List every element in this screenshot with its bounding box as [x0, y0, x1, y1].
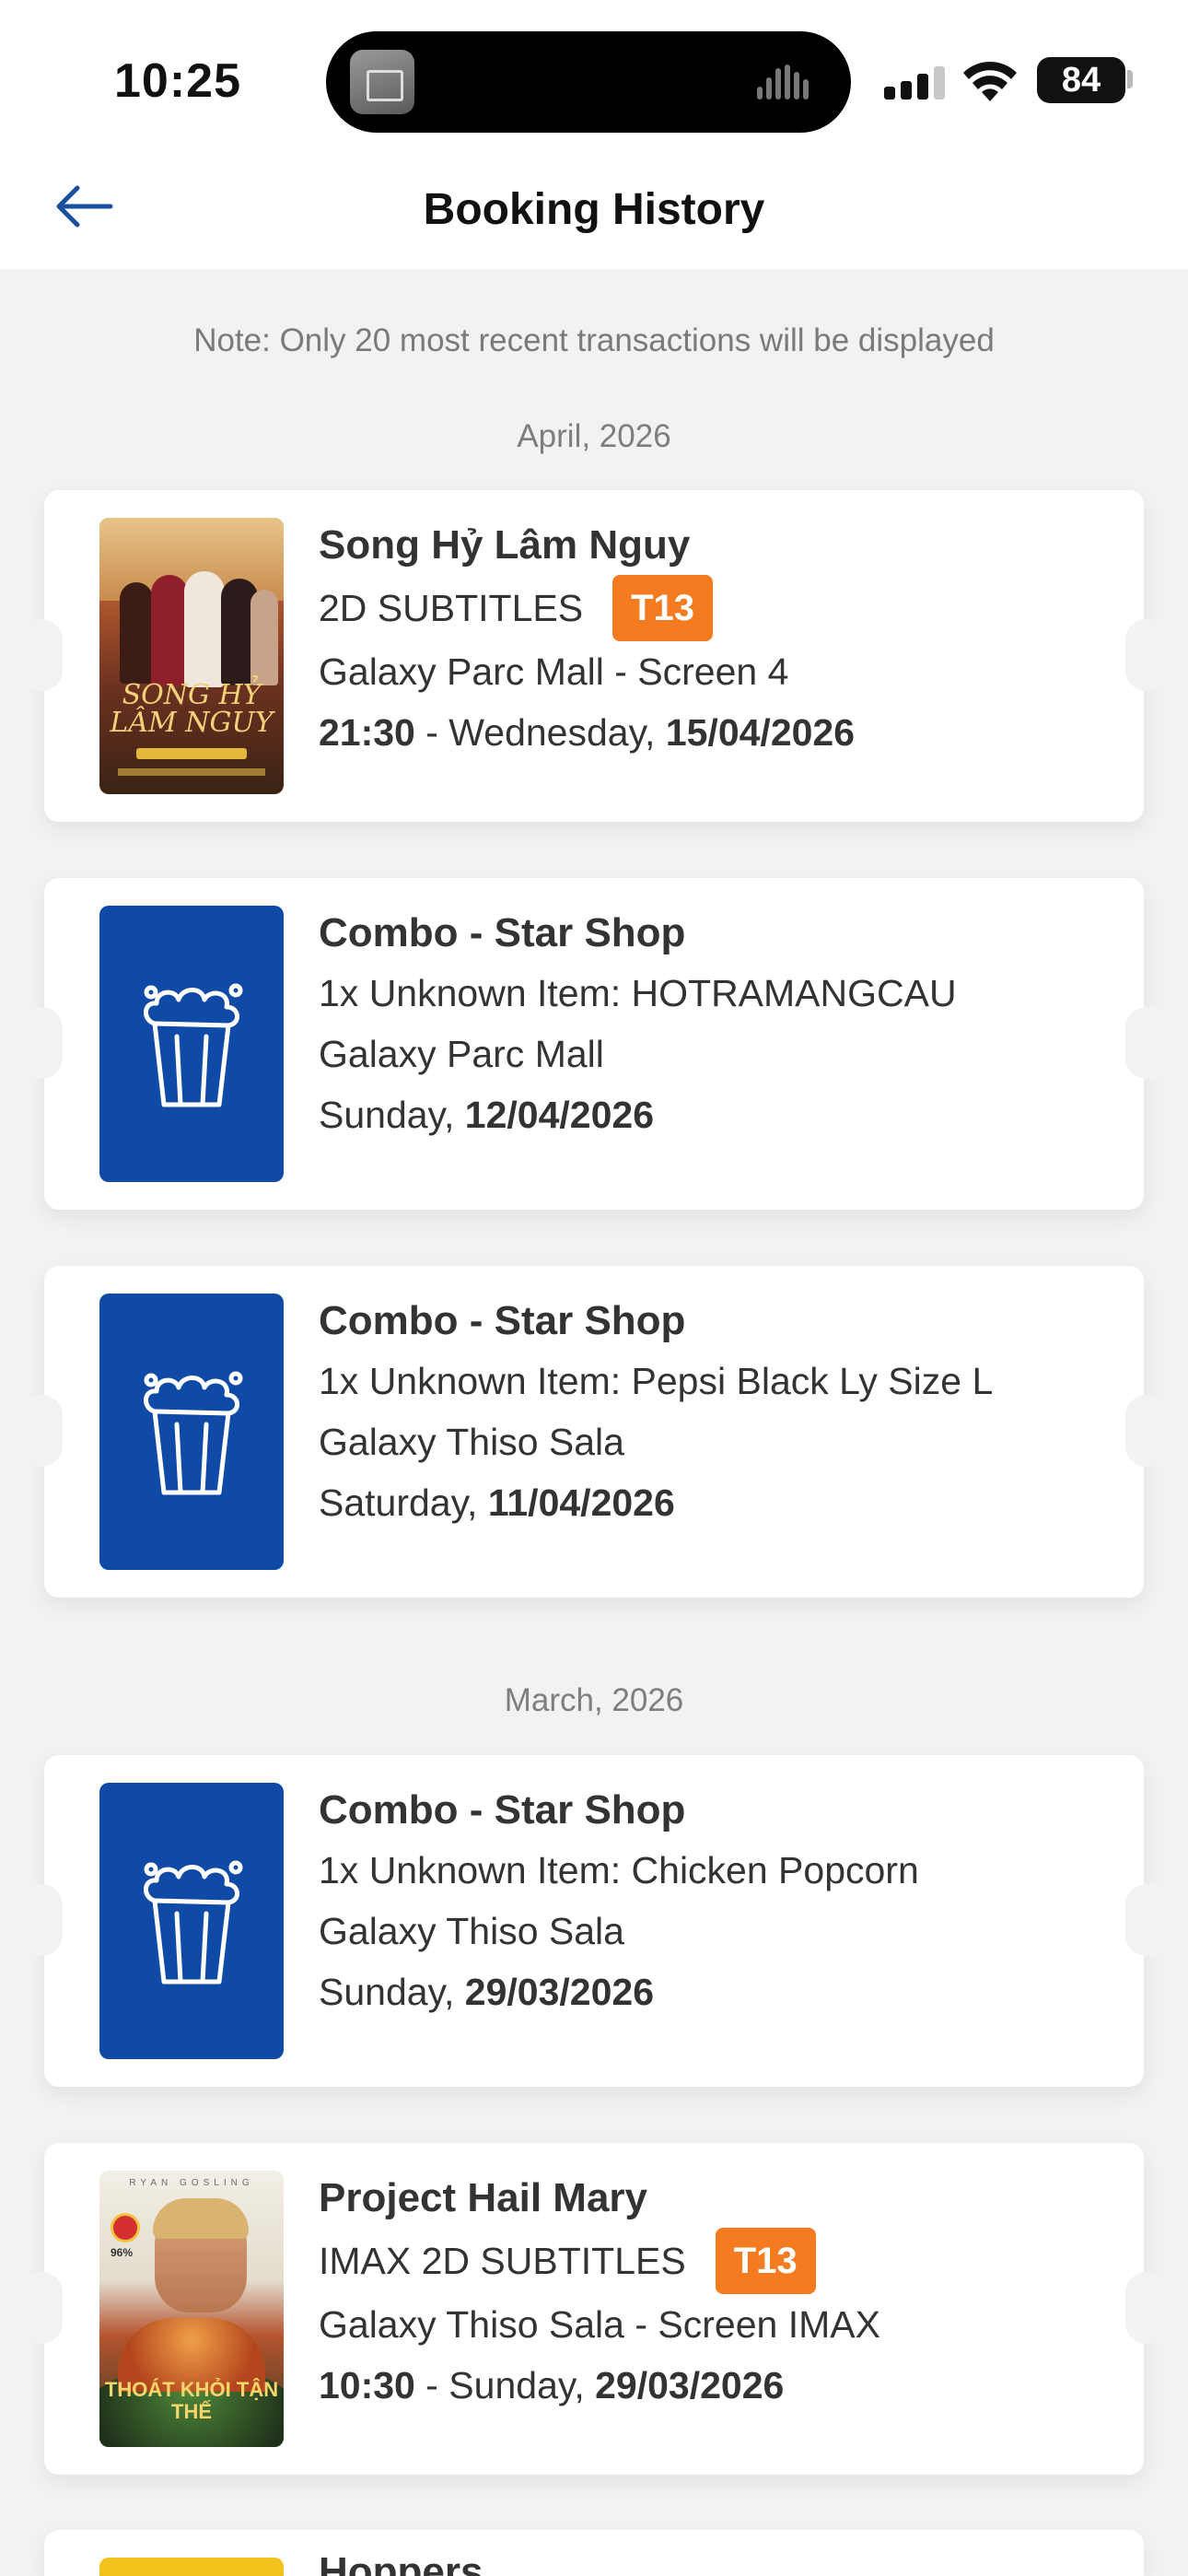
combo-thumbnail [99, 1783, 284, 2059]
ticket-notch-right [1125, 619, 1168, 691]
booking-title: Combo - Star Shop [319, 910, 686, 955]
movie-poster: SONG HỶ LÂM NGUY [99, 518, 284, 794]
ticket-notch-right [1125, 1884, 1168, 1956]
month-heading: April, 2026 [517, 418, 671, 454]
battery-tip [1127, 70, 1133, 88]
weekday: Saturday, [319, 1481, 488, 1524]
poster-actor: RYAN GOSLING [129, 2178, 254, 2188]
booking-location: Galaxy Thiso Sala [319, 1910, 624, 1952]
booking-card[interactable]: Combo - Star Shop 1x Unknown Item: Pepsi… [20, 1266, 1168, 1598]
status-bar: 10:25 84 [0, 0, 1188, 147]
booking-card[interactable]: RYAN GOSLING 96% THOÁT KHỎI TẬN THẾ Proj… [20, 2143, 1168, 2475]
poster-score: 96% [111, 2246, 134, 2259]
booking-title: Song Hỷ Lâm Nguy [319, 522, 691, 568]
page-title: Booking History [423, 185, 765, 234]
weekday: - Sunday, [414, 2364, 596, 2406]
booking-date: 29/03/2026 [464, 1971, 654, 2013]
booking-title: Combo - Star Shop [319, 1298, 686, 1343]
movie-poster [99, 2558, 284, 2576]
ticket-notch-right [1125, 1007, 1168, 1079]
booking-date: 29/03/2026 [595, 2364, 785, 2406]
ticket-notch-left [20, 1884, 63, 1956]
combo-item: 1x Unknown Item: HOTRAMANGCAU [319, 972, 957, 1014]
combo-item: 1x Unknown Item: Pepsi Black Ly Size L [319, 1360, 994, 1402]
combo-thumbnail [99, 906, 284, 1182]
booking-datetime: 10:30 - Sunday, 29/03/2026 [319, 2355, 1116, 2416]
booking-datetime: Saturday, 11/04/2026 [319, 1472, 1116, 1533]
ticket-notch-right [1125, 1395, 1168, 1467]
audio-wave-icon [757, 64, 814, 100]
booking-date: 15/04/2026 [665, 711, 856, 754]
booking-location: Galaxy Thiso Sala - Screen IMAX [319, 2303, 880, 2346]
combo-thumbnail [99, 1294, 284, 1570]
booking-date: 11/04/2026 [487, 1481, 675, 1524]
showtime: 21:30 [319, 711, 415, 754]
booking-date: 12/04/2026 [464, 1094, 654, 1136]
month-heading: March, 2026 [504, 1682, 684, 1718]
movie-poster: RYAN GOSLING 96% THOÁT KHỎI TẬN THẾ [99, 2171, 284, 2447]
wifi-icon [963, 61, 1017, 101]
booking-datetime: Sunday, 12/04/2026 [319, 1084, 1116, 1145]
ticket-notch-left [20, 1007, 63, 1079]
booking-card[interactable]: Combo - Star Shop 1x Unknown Item: Chick… [20, 1755, 1168, 2087]
status-time: 10:25 [114, 54, 241, 108]
popcorn-icon [144, 1371, 243, 1495]
weekday: Sunday, [319, 1971, 465, 2013]
showtime: 10:30 [319, 2364, 415, 2406]
booking-format: 2D SUBTITLES [319, 587, 584, 629]
cellular-signal-icon [884, 66, 945, 100]
popcorn-icon [144, 983, 243, 1107]
weekday: Sunday, [319, 1094, 465, 1136]
rating-badge: T13 [612, 575, 714, 641]
popcorn-icon [144, 1860, 243, 1985]
booking-datetime: Sunday, 29/03/2026 [319, 1961, 1116, 2022]
booking-title: Combo - Star Shop [319, 1787, 686, 1832]
battery-indicator: 84 [1037, 57, 1125, 103]
booking-location: Galaxy Parc Mall [319, 1033, 604, 1075]
ticket-notch-left [20, 1395, 63, 1467]
booking-title: Project Hail Mary [319, 2175, 648, 2220]
now-playing-thumbnail [350, 50, 414, 114]
poster-title: SONG HỶ LÂM NGUY [110, 679, 274, 739]
rating-badge: T13 [715, 2228, 816, 2294]
ticket-notch-left [20, 2272, 63, 2344]
poster-title: THOÁT KHỎI TẬN THẾ [104, 2378, 279, 2423]
weekday: - Wednesday, [414, 711, 666, 754]
booking-card[interactable]: Combo - Star Shop 1x Unknown Item: HOTRA… [20, 878, 1168, 1210]
combo-item: 1x Unknown Item: Chicken Popcorn [319, 1849, 919, 1891]
ticket-notch-right [1125, 2272, 1168, 2344]
booking-format: IMAX 2D SUBTITLES [319, 2240, 686, 2282]
booking-location: Galaxy Parc Mall - Screen 4 [319, 650, 789, 693]
booking-datetime: 21:30 - Wednesday, 15/04/2026 [319, 702, 1116, 763]
booking-card[interactable]: Hoppers [44, 2530, 1144, 2576]
app-header: Booking History [0, 147, 1188, 269]
festival-logo [111, 2213, 140, 2242]
booking-title: Hoppers [319, 2549, 483, 2576]
booking-card[interactable]: SONG HỶ LÂM NGUY Song Hỷ Lâm Nguy 2D SUB… [20, 490, 1168, 822]
dynamic-island[interactable] [326, 31, 851, 133]
ticket-notch-left [20, 619, 63, 691]
history-note: Note: Only 20 most recent transactions w… [193, 322, 995, 358]
booking-location: Galaxy Thiso Sala [319, 1421, 624, 1463]
